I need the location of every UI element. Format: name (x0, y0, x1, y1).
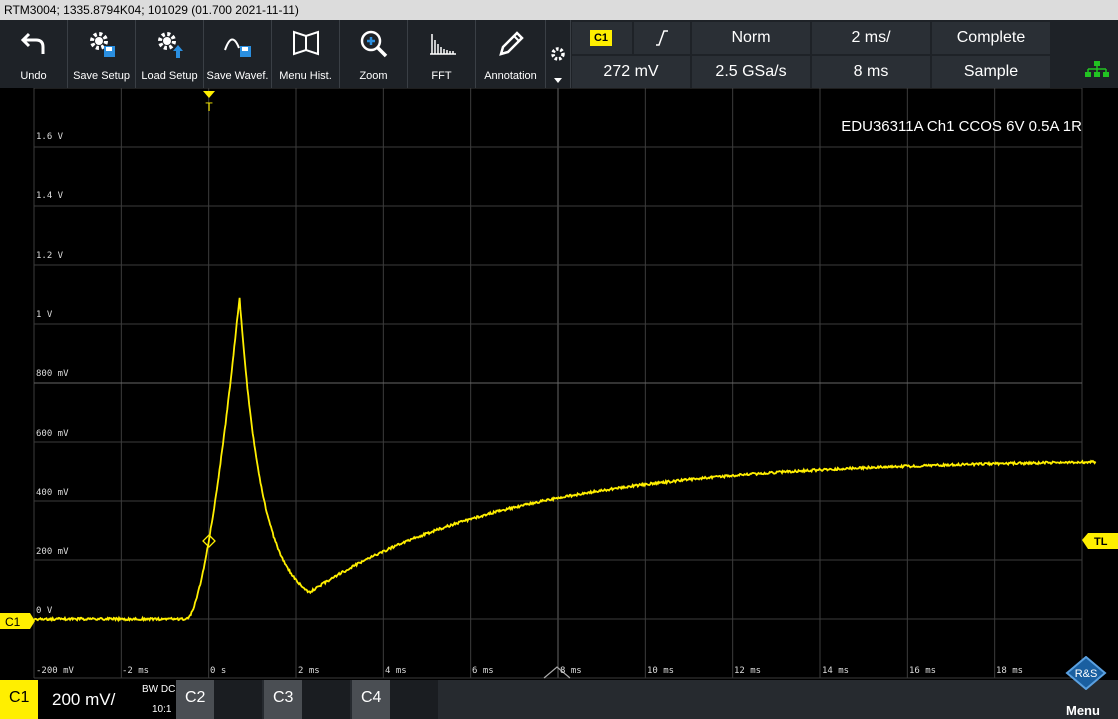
zoom-button[interactable]: Zoom (340, 20, 408, 88)
y-label: 600 mV (36, 429, 69, 439)
trigger-level-marker-label: TL (1094, 536, 1108, 548)
undo-icon (19, 28, 49, 58)
save-setup-button[interactable]: Save Setup (68, 20, 136, 88)
x-label: 6 ms (472, 666, 494, 676)
x-label: -2 ms (122, 666, 149, 676)
channel-1-probe: 10:1 (152, 704, 171, 715)
title-bar: RTM3004; 1335.8794K04; 101029 (01.700 20… (0, 0, 1118, 20)
acq-mode-cell[interactable]: Sample (932, 56, 1050, 88)
record-time-cell[interactable]: 8 ms (812, 56, 930, 88)
y-label: 400 mV (36, 488, 69, 498)
caret-down-icon (554, 78, 562, 84)
channel-2-label: C2 (185, 689, 205, 707)
pencil-icon (495, 28, 527, 60)
zoom-icon (358, 28, 390, 60)
gear-load-icon (154, 28, 186, 60)
save-setup-label: Save Setup (68, 70, 135, 82)
acq-status-cell[interactable]: Complete (932, 22, 1050, 54)
channel-badge: C1 (590, 30, 612, 46)
waveform-save-icon (222, 28, 254, 60)
menu-history-button[interactable]: Menu Hist. (272, 20, 340, 88)
y-label: 1.6 V (36, 132, 63, 142)
settings-button[interactable] (545, 20, 571, 88)
y-label: 1.4 V (36, 191, 63, 201)
channel-3-settings[interactable] (302, 680, 350, 719)
svg-text:R&S: R&S (1075, 668, 1098, 680)
sample-rate-cell[interactable]: 2.5 GSa/s (692, 56, 810, 88)
channel-bar: C1 200 mV/ BW DC 10:1 C2 C3 C4 R&S Menu (0, 680, 1118, 719)
load-setup-label: Load Setup (136, 70, 203, 82)
fft-icon (426, 28, 458, 58)
y-label: 1 V (36, 310, 52, 320)
x-label: 2 ms (298, 666, 320, 676)
book-icon (290, 28, 322, 58)
zoom-label: Zoom (340, 70, 407, 82)
timebase-cell[interactable]: 2 ms/ (812, 22, 930, 54)
channel-3-label: C3 (273, 689, 293, 707)
channel-1-settings[interactable]: 200 mV/ BW DC 10:1 (38, 680, 176, 719)
menu-history-label: Menu Hist. (272, 70, 339, 82)
undo-button[interactable]: Undo (0, 20, 68, 88)
y-label: 200 mV (36, 547, 69, 557)
channel-cell[interactable]: C1 (572, 22, 632, 54)
x-label: 8 ms (560, 666, 582, 676)
rohde-schwarz-logo-icon: R&S (1065, 656, 1107, 690)
x-label: 12 ms (734, 666, 761, 676)
y-label: 800 mV (36, 369, 69, 379)
save-waveform-label: Save Wavef. (204, 70, 271, 82)
annotation-label: Annotation (476, 70, 545, 82)
fft-button[interactable]: FFT (408, 20, 476, 88)
channel-4-label: C4 (361, 689, 381, 707)
gear-icon (550, 46, 566, 62)
network-icon (1084, 60, 1110, 78)
annotation-text: EDU36311A Ch1 CCOS 6V 0.5A 1R (841, 118, 1082, 135)
channel-offset-label: C1 (5, 615, 21, 629)
y-label: 1.2 V (36, 251, 63, 261)
trigger-slope-cell[interactable] (634, 22, 690, 54)
x-label: 4 ms (385, 666, 407, 676)
load-setup-button[interactable]: Load Setup (136, 20, 204, 88)
annotation-button[interactable]: Annotation (476, 20, 546, 88)
x-label: 10 ms (647, 666, 674, 676)
channel-3-tab[interactable]: C3 (264, 680, 302, 719)
rising-edge-icon (655, 29, 669, 47)
channel-1-scale: 200 mV/ (52, 690, 115, 710)
waveform-plot[interactable]: T C1 TL (0, 88, 1118, 680)
x-label: 18 ms (996, 666, 1023, 676)
save-waveform-button[interactable]: Save Wavef. (204, 20, 272, 88)
x-label: 16 ms (909, 666, 936, 676)
channel-4-tab[interactable]: C4 (352, 680, 390, 719)
x-label: 14 ms (822, 666, 849, 676)
channel-2-settings[interactable] (214, 680, 262, 719)
menu-label: Menu (1066, 703, 1100, 718)
fft-label: FFT (408, 70, 475, 82)
trigger-position-label: T (205, 100, 213, 114)
channel-1-coupling: BW DC (142, 684, 175, 695)
toolbar: Undo Save Setup Load Setup Save Wavef. M… (0, 20, 1118, 88)
channel-1-tab[interactable]: C1 (0, 680, 38, 719)
gear-save-icon (86, 28, 118, 60)
trigger-mode-cell[interactable]: Norm (692, 22, 810, 54)
undo-label: Undo (0, 70, 67, 82)
y-label: -200 mV (36, 666, 74, 676)
y-label: 0 V (36, 606, 52, 616)
x-label: 0 s (210, 666, 226, 676)
menu-button[interactable]: R&S Menu (1054, 680, 1118, 719)
channel-4-settings[interactable] (390, 680, 438, 719)
channel-1-label: C1 (9, 689, 29, 707)
trigger-level-cell[interactable]: 272 mV (572, 56, 690, 88)
channel-2-tab[interactable]: C2 (176, 680, 214, 719)
